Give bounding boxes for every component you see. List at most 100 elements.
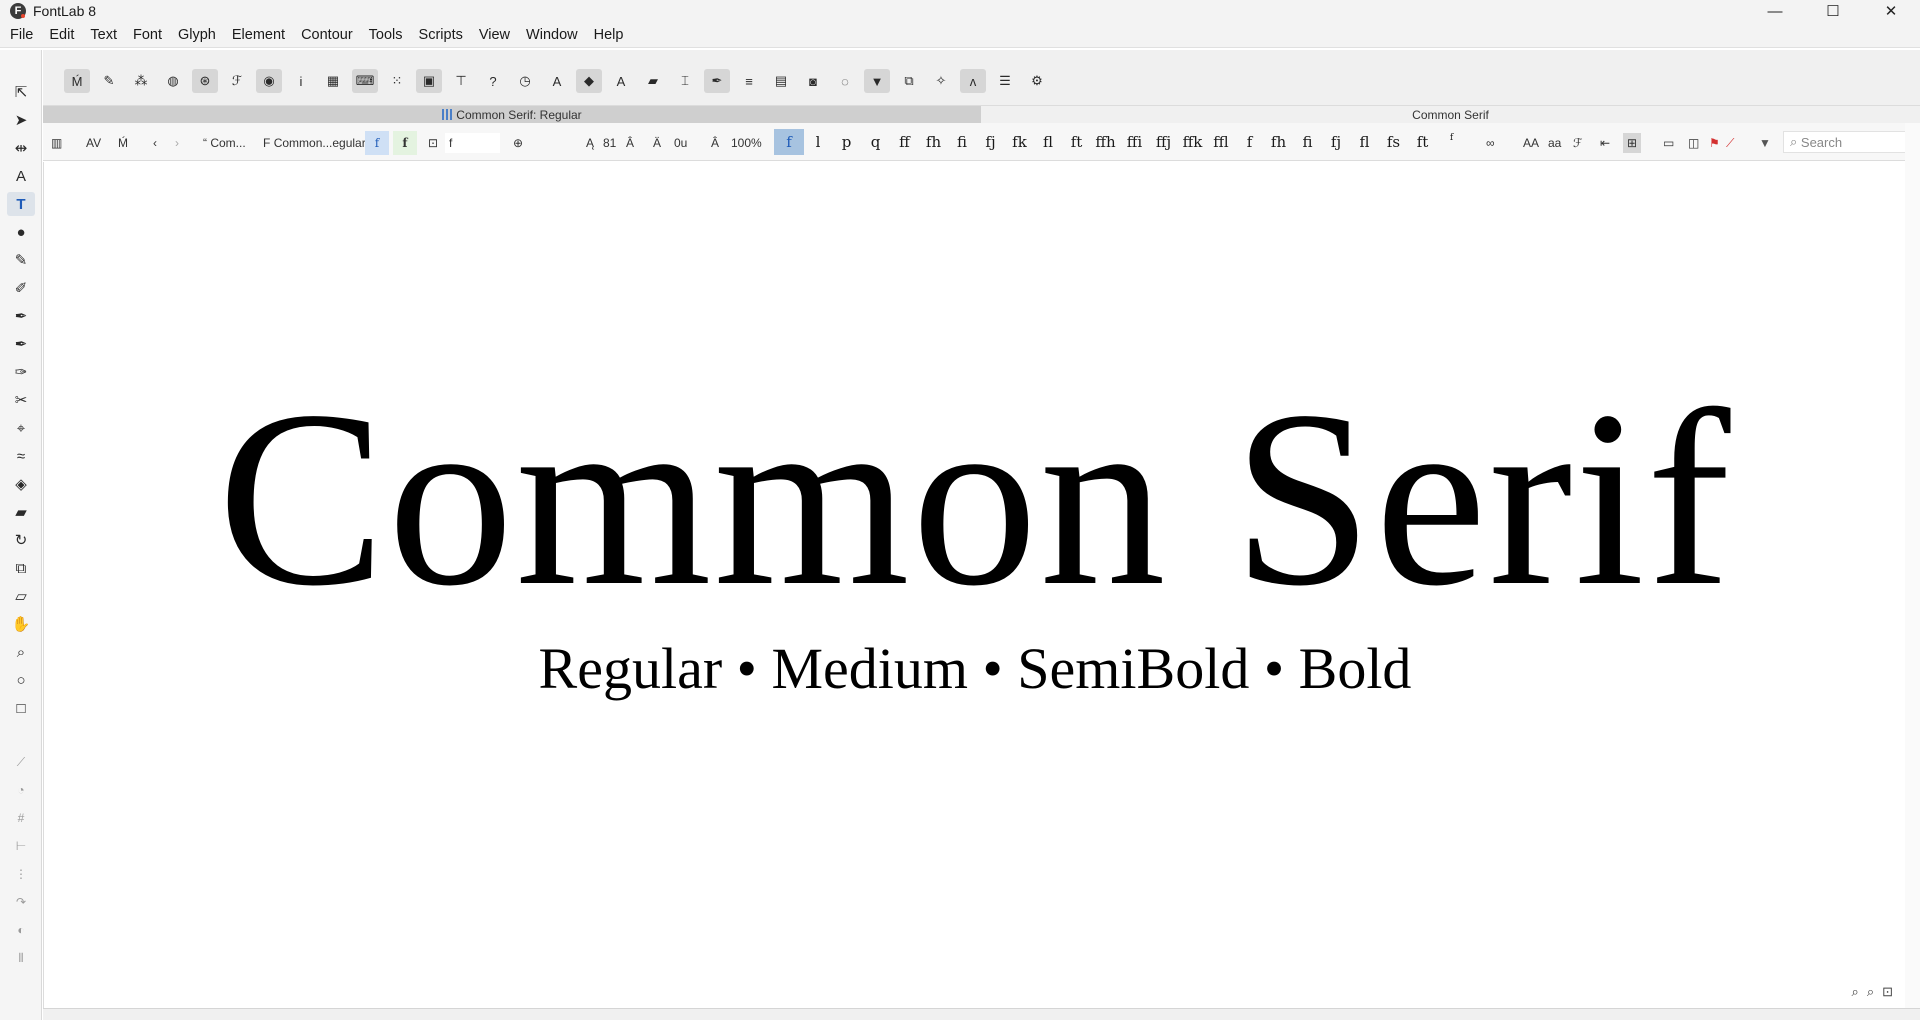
glyph-cell[interactable]: fl xyxy=(1350,129,1379,155)
font-map-icon[interactable]: ▦ xyxy=(320,69,346,93)
glyph-cell[interactable]: ffh xyxy=(1091,129,1120,155)
zoom-fit-icon[interactable]: ⊡ xyxy=(1882,984,1893,1000)
tab-common-serif[interactable]: Common Serif xyxy=(981,106,1920,123)
glyph-cell[interactable]: ffk xyxy=(1178,129,1207,155)
glyph-cell[interactable]: fl xyxy=(1034,129,1062,155)
size-value[interactable]: 81 xyxy=(603,133,616,153)
zoom-pipette-icon[interactable]: ⌕ xyxy=(7,640,35,664)
vertical-scrollbar[interactable] xyxy=(1905,123,1920,1008)
glyph-f-regular[interactable]: f xyxy=(365,131,389,155)
pen-toolbar-icon[interactable]: ✒ xyxy=(704,69,730,93)
glyph-cell[interactable]: fj xyxy=(1322,129,1350,155)
glyph-cell[interactable]: fj xyxy=(976,129,1005,155)
rotate-icon[interactable]: ↻ xyxy=(7,528,35,552)
dropdown-icon[interactable]: ▼ xyxy=(1759,133,1771,153)
close-button[interactable]: ✕ xyxy=(1862,0,1920,22)
contour-arrow-icon[interactable]: ⇱ xyxy=(7,80,35,104)
knife-icon[interactable]: ✂ xyxy=(7,388,35,412)
glyph-cell[interactable]: ft xyxy=(1062,129,1091,155)
info-icon[interactable]: i xyxy=(288,69,314,93)
case-upper-button[interactable]: AA xyxy=(1523,133,1539,153)
master-mode-icon[interactable]: Ḿ xyxy=(118,133,128,153)
menu-help[interactable]: Help xyxy=(586,27,632,43)
menu-font[interactable]: Font xyxy=(125,27,170,43)
fit-icon[interactable]: ⊞ xyxy=(1623,133,1642,153)
glyph-cell[interactable]: fs xyxy=(1379,129,1408,155)
menu-glyph[interactable]: Glyph xyxy=(170,27,224,43)
zoom-value[interactable]: 100% xyxy=(731,133,762,153)
glyph-cell[interactable]: fi xyxy=(1293,129,1322,155)
dots-icon[interactable]: ⋮ xyxy=(7,862,35,886)
ellipse-icon[interactable]: ○ xyxy=(7,668,35,692)
variations-icon[interactable]: ᴧ xyxy=(960,69,986,93)
menu-contour[interactable]: Contour xyxy=(293,27,361,43)
flag-icon[interactable]: ⚑ xyxy=(1709,133,1720,153)
smooth-icon[interactable]: ≈ xyxy=(7,444,35,468)
binoculars-icon[interactable]: ∞ xyxy=(1486,133,1495,153)
menu-window[interactable]: Window xyxy=(518,27,586,43)
settings-gear-icon[interactable]: ⚙ xyxy=(1024,69,1050,93)
glyph-cell[interactable]: f xyxy=(774,129,804,155)
text-frame-icon[interactable]: ⌶ xyxy=(672,69,698,93)
maximize-button[interactable]: ☐ xyxy=(1804,0,1862,22)
ruler-icon[interactable]: ▰ xyxy=(7,500,35,524)
tracking-value[interactable]: 0u xyxy=(674,133,687,153)
kerning-toolbar-icon[interactable]: A xyxy=(544,69,570,93)
color-swatch-icon[interactable]: ⟋ xyxy=(1726,133,1734,153)
glyph-cell[interactable]: ffi xyxy=(1120,129,1149,155)
zones-icon[interactable]: ▤ xyxy=(768,69,794,93)
glyph-canvas[interactable]: Common Serif Regular • Medium • SemiBold… xyxy=(43,162,1905,1008)
properties-icon[interactable]: ▣ xyxy=(416,69,442,93)
back-arrow-icon[interactable]: ‹ xyxy=(153,133,157,153)
transform-icon[interactable]: ⧉ xyxy=(896,69,922,93)
glyph-ligature-icon[interactable]: ℱ xyxy=(224,69,250,93)
zoom-out-icon[interactable]: ⌕ xyxy=(1852,984,1859,1000)
align-icon[interactable]: ≡ xyxy=(736,69,762,93)
fill-icon[interactable]: ◈ xyxy=(7,472,35,496)
sidebar-toggle-icon[interactable]: ▥ xyxy=(51,133,62,153)
help-icon[interactable]: ? xyxy=(480,69,506,93)
metrics-icon[interactable]: ⇹ xyxy=(7,136,35,160)
lock-icon[interactable]: ⊡ xyxy=(428,133,438,153)
slant-icon[interactable]: ▱ xyxy=(7,584,35,608)
glyph-cell[interactable]: f xyxy=(1437,129,1466,155)
guides-icon[interactable]: ⊤ xyxy=(448,69,474,93)
needle-icon[interactable]: ✧ xyxy=(928,69,954,93)
glyph-cell[interactable]: fh xyxy=(1264,129,1293,155)
keyboard-icon[interactable]: ⌨ xyxy=(352,69,378,93)
window-icon[interactable]: ▭ xyxy=(1663,133,1674,153)
minimize-button[interactable]: — xyxy=(1746,0,1804,22)
menu-text[interactable]: Text xyxy=(82,27,125,43)
matrix-icon[interactable]: ⁙ xyxy=(384,69,410,93)
menu-element[interactable]: Element xyxy=(224,27,293,43)
zoom-in-icon[interactable]: ⌕ xyxy=(1867,984,1874,1000)
scale-icon[interactable]: ⧉ xyxy=(7,556,35,580)
link-icon[interactable]: ⊕ xyxy=(513,133,523,153)
glyph-cell[interactable]: f xyxy=(1235,129,1264,155)
lasso-icon[interactable]: ◌ xyxy=(832,69,858,93)
grid-icon[interactable]: # xyxy=(7,806,35,830)
glyph-f-bold[interactable]: f xyxy=(393,131,417,155)
glyph-cell[interactable]: ft xyxy=(1408,129,1437,155)
glyph-cell[interactable]: ffl xyxy=(1207,129,1235,155)
eyedropper-icon[interactable]: ⌖ xyxy=(7,416,35,440)
font-aa-icon[interactable]: A xyxy=(608,69,634,93)
glyph-cell[interactable]: l xyxy=(804,129,832,155)
master-icon[interactable]: Ḿ xyxy=(64,69,90,93)
preview-icon[interactable]: ◉ xyxy=(256,69,282,93)
hand-icon[interactable]: ✋ xyxy=(7,612,35,636)
menu-edit[interactable]: Edit xyxy=(41,27,82,43)
glyph-cell[interactable]: fh xyxy=(919,129,948,155)
direction-icon[interactable]: ⇤ xyxy=(1600,133,1610,153)
guide-icon[interactable]: ⊢ xyxy=(7,834,35,858)
rapid-pen-icon[interactable]: ✒ xyxy=(7,332,35,356)
rectangle-icon[interactable]: □ xyxy=(7,696,35,720)
palette-icon[interactable]: ◍ xyxy=(160,69,186,93)
text-selector[interactable]: “ Com... xyxy=(203,133,246,153)
element-arrow-icon[interactable]: ➤ xyxy=(7,108,35,132)
curve-icon[interactable]: ↷ xyxy=(7,890,35,914)
kerning-icon[interactable]: A xyxy=(7,164,35,188)
glyph-cell[interactable]: fi xyxy=(948,129,976,155)
lines-icon[interactable]: ⦀ xyxy=(7,946,35,970)
menu-view[interactable]: View xyxy=(471,27,518,43)
